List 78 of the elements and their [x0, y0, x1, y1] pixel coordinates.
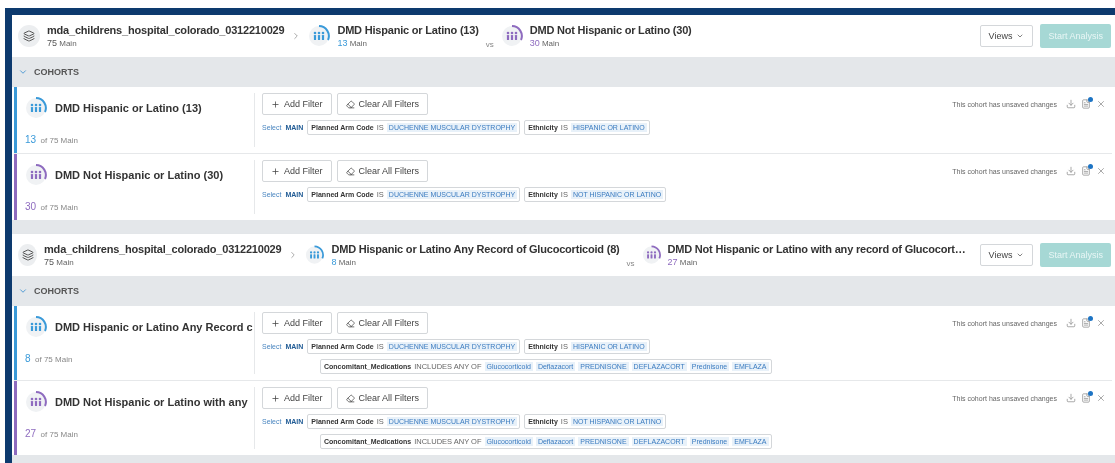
plus-icon	[271, 99, 280, 109]
cohort-count: 27	[667, 257, 678, 267]
people-ring-icon	[308, 25, 331, 47]
cohort-count: 13	[25, 134, 37, 145]
close-icon[interactable]	[1096, 393, 1106, 403]
add-filter-button[interactable]: Add Filter	[262, 387, 332, 409]
cohort-count: 8	[331, 257, 337, 267]
layers-icon	[18, 25, 40, 47]
people-ring-icon	[25, 164, 47, 186]
clear-filters-button[interactable]: Clear All Filters	[336, 93, 429, 115]
plus-icon	[271, 318, 280, 328]
close-icon[interactable]	[1096, 318, 1106, 328]
cohort-title: DMD Hispanic or Latino (13)	[337, 24, 479, 36]
people-ring-icon	[305, 244, 325, 266]
cohort-total: of 75 Main	[40, 203, 78, 212]
vs-label: vs	[485, 40, 494, 49]
count-unit: Main	[349, 39, 367, 48]
views-button[interactable]: Views	[979, 25, 1034, 47]
cohort-name: DMD Not Hispanic or Latino with any	[55, 396, 248, 408]
cohort-count: 30	[529, 38, 540, 48]
clear-filters-button[interactable]: Clear All Filters	[336, 312, 429, 334]
cohort-total: of 75 Main	[40, 430, 78, 439]
count-unit: Main	[679, 258, 698, 267]
notes-icon[interactable]	[1081, 99, 1091, 109]
eraser-icon	[345, 318, 355, 328]
close-icon[interactable]	[1096, 166, 1106, 176]
people-ring-icon	[25, 97, 47, 119]
dataset-name: mda_childrens_hospital_colorado_0312210029	[47, 24, 285, 36]
dataset-count: 75	[47, 38, 57, 48]
caret-icon	[1016, 32, 1025, 40]
eraser-icon	[345, 99, 355, 109]
cohort-count: 13	[337, 38, 348, 48]
cohort-name: DMD Hispanic or Latino (13)	[55, 102, 202, 114]
cohort-title: DMD Hispanic or Latino Any Record of Glucocorticoid (8)	[331, 243, 620, 255]
notes-icon[interactable]	[1081, 166, 1091, 176]
add-filter-button[interactable]: Add Filter	[262, 312, 332, 334]
cohort-title: DMD Not Hispanic or Latino (30)	[529, 24, 692, 36]
download-icon[interactable]	[1066, 393, 1076, 403]
eraser-icon	[345, 393, 355, 403]
notes-icon[interactable]	[1081, 318, 1091, 328]
clear-filters-button[interactable]: Clear All Filters	[336, 160, 429, 182]
cohort-total: of 75 Main	[35, 355, 73, 364]
cohort-title: DMD Not Hispanic or Latino with any record of Glucocort…	[667, 243, 966, 255]
count-unit: Main	[338, 258, 357, 267]
cohort-count: 27	[25, 428, 37, 439]
caret-icon	[1016, 251, 1025, 259]
section-title: COHORTS	[34, 67, 79, 77]
cohort-name: DMD Not Hispanic or Latino (30)	[55, 169, 224, 181]
people-ring-icon	[25, 391, 47, 413]
people-ring-icon	[500, 25, 523, 47]
eraser-icon	[345, 166, 355, 176]
close-icon[interactable]	[1096, 99, 1106, 109]
plus-icon	[271, 166, 280, 176]
cohort-count: 8	[25, 353, 31, 364]
count-unit: Main	[541, 39, 560, 48]
clear-filters-button[interactable]: Clear All Filters	[336, 387, 429, 409]
chevron-icon[interactable]	[18, 286, 28, 296]
count-unit: Main	[56, 258, 74, 267]
views-button[interactable]: Views	[979, 244, 1034, 266]
cohort-total: of 75 Main	[40, 136, 78, 145]
layers-icon	[18, 244, 38, 266]
vs-label: vs	[626, 259, 635, 268]
dataset-name: mda_childrens_hospital_colorado_0312210029	[44, 243, 282, 255]
dataset-count: 75	[44, 257, 55, 267]
count-unit: Main	[59, 39, 77, 48]
section-title: COHORTS	[34, 286, 79, 296]
people-ring-icon	[641, 244, 661, 266]
people-ring-icon	[25, 316, 47, 338]
download-icon[interactable]	[1066, 318, 1076, 328]
add-filter-button[interactable]: Add Filter	[262, 160, 332, 182]
plus-icon	[271, 393, 280, 403]
notes-icon[interactable]	[1081, 393, 1091, 403]
download-icon[interactable]	[1066, 166, 1076, 176]
cohort-name: DMD Hispanic or Latino Any Record c	[55, 321, 253, 333]
download-icon[interactable]	[1066, 99, 1076, 109]
add-filter-button[interactable]: Add Filter	[262, 93, 332, 115]
chevron-icon[interactable]	[18, 67, 28, 77]
cohort-count: 30	[25, 201, 37, 212]
